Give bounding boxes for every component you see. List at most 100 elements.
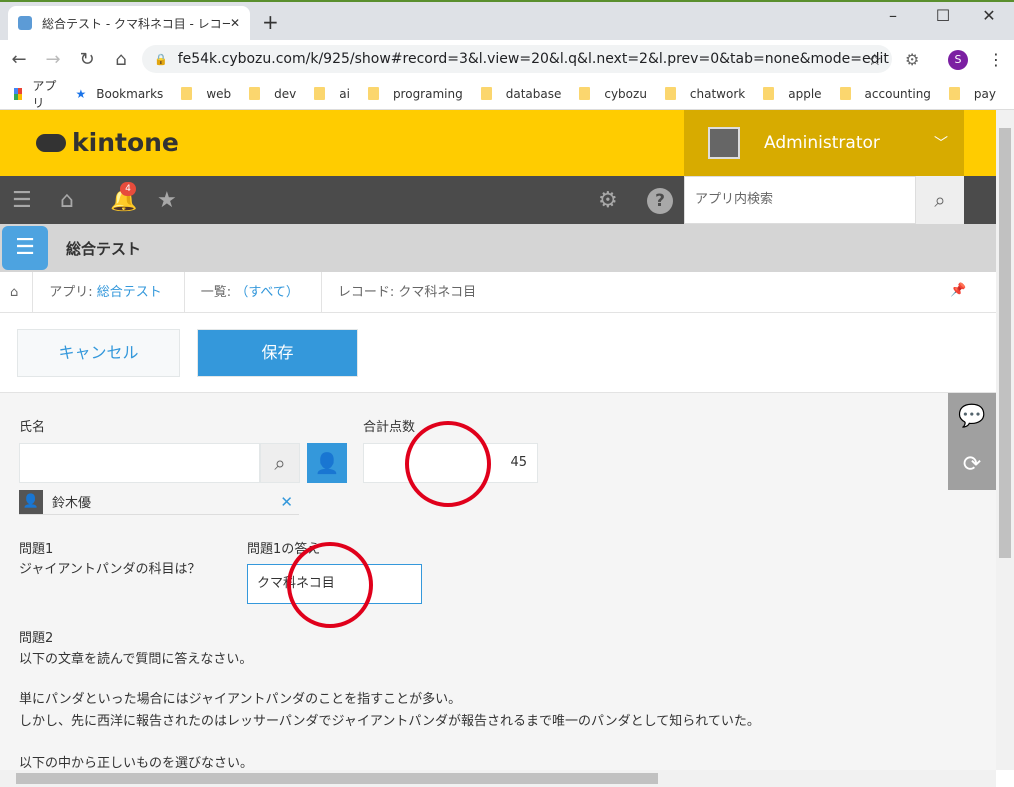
bookmark-label: apple: [788, 86, 822, 101]
q2-line: 単にパンダといった場合にはジャイアントパンダのことを指すことが多い。: [19, 692, 462, 707]
bookmark-folder[interactable]: ai: [314, 87, 350, 101]
bookmark-folder[interactable]: apple: [763, 86, 822, 101]
folder-icon: [249, 87, 261, 100]
bookmark-label: アプリ: [32, 78, 57, 110]
remove-user-icon[interactable]: ✕: [280, 493, 293, 511]
close-tab-icon[interactable]: ✕: [230, 16, 240, 30]
apps-grid-icon: [14, 87, 23, 100]
home-icon[interactable]: ⌂: [60, 188, 74, 213]
bookmark-label: Bookmarks: [96, 86, 164, 101]
a1-label: 問題1の答え: [247, 542, 321, 557]
bookmark-label: pay: [973, 86, 996, 101]
q1-label: 問題1: [19, 542, 54, 557]
breadcrumb-home[interactable]: ⌂: [0, 271, 34, 313]
folder-icon: [948, 87, 960, 100]
app-search-input[interactable]: アプリ内検索: [684, 176, 916, 224]
total-label: 合計点数: [363, 420, 416, 435]
user-avatar-icon: 👤: [19, 489, 43, 514]
breadcrumb-list-link[interactable]: （すべて）: [235, 285, 299, 300]
chevron-down-icon: ﹀: [934, 136, 948, 152]
user-picker-button[interactable]: 👤: [307, 443, 347, 483]
folder-icon: [763, 87, 775, 100]
bookmark-label: web: [206, 86, 232, 101]
star-icon: ★: [75, 86, 87, 101]
back-icon[interactable]: ←: [4, 49, 34, 70]
bookmarks-bar: アプリ ★ Bookmarks web dev ai programing dat…: [0, 78, 1014, 110]
bookmark-folder[interactable]: database: [480, 86, 562, 101]
address-bar-row: ← → ↻ ⌂ 🔒 fe54k.cybozu.com/k/925/show#rec…: [0, 40, 1014, 78]
tab-title: 総合テスト - クマ科ネコ目 - レコードの: [42, 16, 230, 31]
vertical-scroll-thumb[interactable]: [999, 128, 1011, 558]
gear-icon[interactable]: ⚙: [598, 188, 618, 213]
bookmark-label: database: [505, 86, 562, 101]
history-icon[interactable]: ⟳: [948, 441, 996, 489]
breadcrumb-app-prefix: アプリ:: [49, 284, 97, 300]
bookmark-apps[interactable]: アプリ: [14, 77, 58, 111]
bookmark-label: accounting: [864, 86, 931, 101]
bookmark-folder[interactable]: accounting: [839, 86, 931, 101]
bookmark-folder[interactable]: cybozu: [579, 87, 647, 101]
extension-icon[interactable]: ⚙: [905, 50, 919, 69]
user-search-input[interactable]: [19, 443, 260, 483]
breadcrumb-list: 一覧: （すべて）: [185, 271, 322, 313]
bookmark-folder[interactable]: web: [181, 87, 231, 101]
search-icon: ⌕: [274, 451, 286, 475]
browser-menu-icon[interactable]: ⋮: [988, 50, 1004, 69]
folder-icon: [480, 87, 492, 100]
a1-input[interactable]: クマ科ネコ目: [247, 564, 422, 604]
bookmark-label: ai: [339, 86, 350, 101]
reload-icon[interactable]: ↻: [72, 49, 102, 70]
breadcrumb: ⌂ アプリ: 総合テスト 一覧: （すべて） レコード: クマ科ネコ目: [0, 271, 996, 313]
bookmark-bookmarks[interactable]: ★ Bookmarks: [76, 87, 164, 101]
bookmark-folder[interactable]: programing: [367, 86, 463, 101]
bookmark-folder[interactable]: pay: [948, 86, 996, 101]
bookmark-label: dev: [274, 86, 297, 101]
bookmark-folder[interactable]: chatwork: [664, 86, 746, 101]
pin-icon[interactable]: 📌: [950, 283, 966, 298]
bookmark-label: chatwork: [689, 86, 746, 101]
comment-icon[interactable]: 💬: [948, 393, 996, 441]
folder-icon: [367, 87, 379, 100]
bookmark-folder[interactable]: dev: [249, 87, 296, 101]
q2-label: 問題2: [19, 631, 54, 646]
name-label: 氏名: [19, 420, 46, 435]
app-list-icon[interactable]: ☰: [2, 226, 48, 270]
maximize-button[interactable]: ☐: [928, 6, 958, 25]
search-button[interactable]: ⌕: [916, 176, 964, 224]
breadcrumb-list-prefix: 一覧:: [200, 284, 236, 300]
selected-user-name: 鈴木優: [52, 496, 92, 511]
folder-icon: [839, 87, 851, 100]
star-icon[interactable]: ★: [157, 188, 177, 213]
close-window-button[interactable]: ✕: [974, 6, 1004, 25]
app-title-bar: [0, 224, 996, 272]
bookmark-label: cybozu: [604, 86, 647, 101]
folder-icon: [664, 87, 676, 100]
cancel-button[interactable]: キャンセル: [17, 329, 180, 377]
menu-icon[interactable]: ☰: [12, 188, 32, 213]
browser-tab[interactable]: 総合テスト - クマ科ネコ目 - レコードの✕: [8, 6, 250, 40]
home-icon[interactable]: ⌂: [106, 49, 136, 70]
lock-icon: 🔒: [154, 52, 168, 66]
folder-icon: [181, 87, 193, 100]
bookmark-star-icon[interactable]: ☆: [868, 50, 882, 69]
side-panel: 💬 ⟳: [948, 393, 996, 490]
breadcrumb-app: アプリ: 総合テスト: [33, 271, 185, 313]
search-icon: ⌕: [934, 188, 946, 212]
url-field[interactable]: 🔒 fe54k.cybozu.com/k/925/show#record=3&l.…: [142, 45, 892, 73]
folder-icon: [314, 87, 326, 100]
forward-icon[interactable]: →: [38, 49, 68, 70]
help-icon[interactable]: ?: [647, 188, 673, 214]
profile-avatar[interactable]: S: [948, 50, 968, 70]
bookmark-label: programing: [392, 86, 463, 101]
user-search-button[interactable]: ⌕: [260, 443, 300, 483]
kintone-logo[interactable]: kintone: [36, 128, 179, 157]
selected-user-chip: 👤 鈴木優 ✕: [19, 489, 299, 515]
minimize-button[interactable]: –: [878, 6, 908, 25]
horizontal-scroll-thumb[interactable]: [16, 773, 658, 784]
breadcrumb-app-link[interactable]: 総合テスト: [97, 285, 162, 300]
new-tab-button[interactable]: +: [262, 10, 279, 34]
q2-line: 以下の文章を読んで質問に答えなさい。: [19, 652, 253, 667]
save-button[interactable]: 保存: [197, 329, 358, 377]
user-menu[interactable]: Administrator ﹀: [684, 110, 964, 176]
folder-icon: [579, 87, 591, 100]
